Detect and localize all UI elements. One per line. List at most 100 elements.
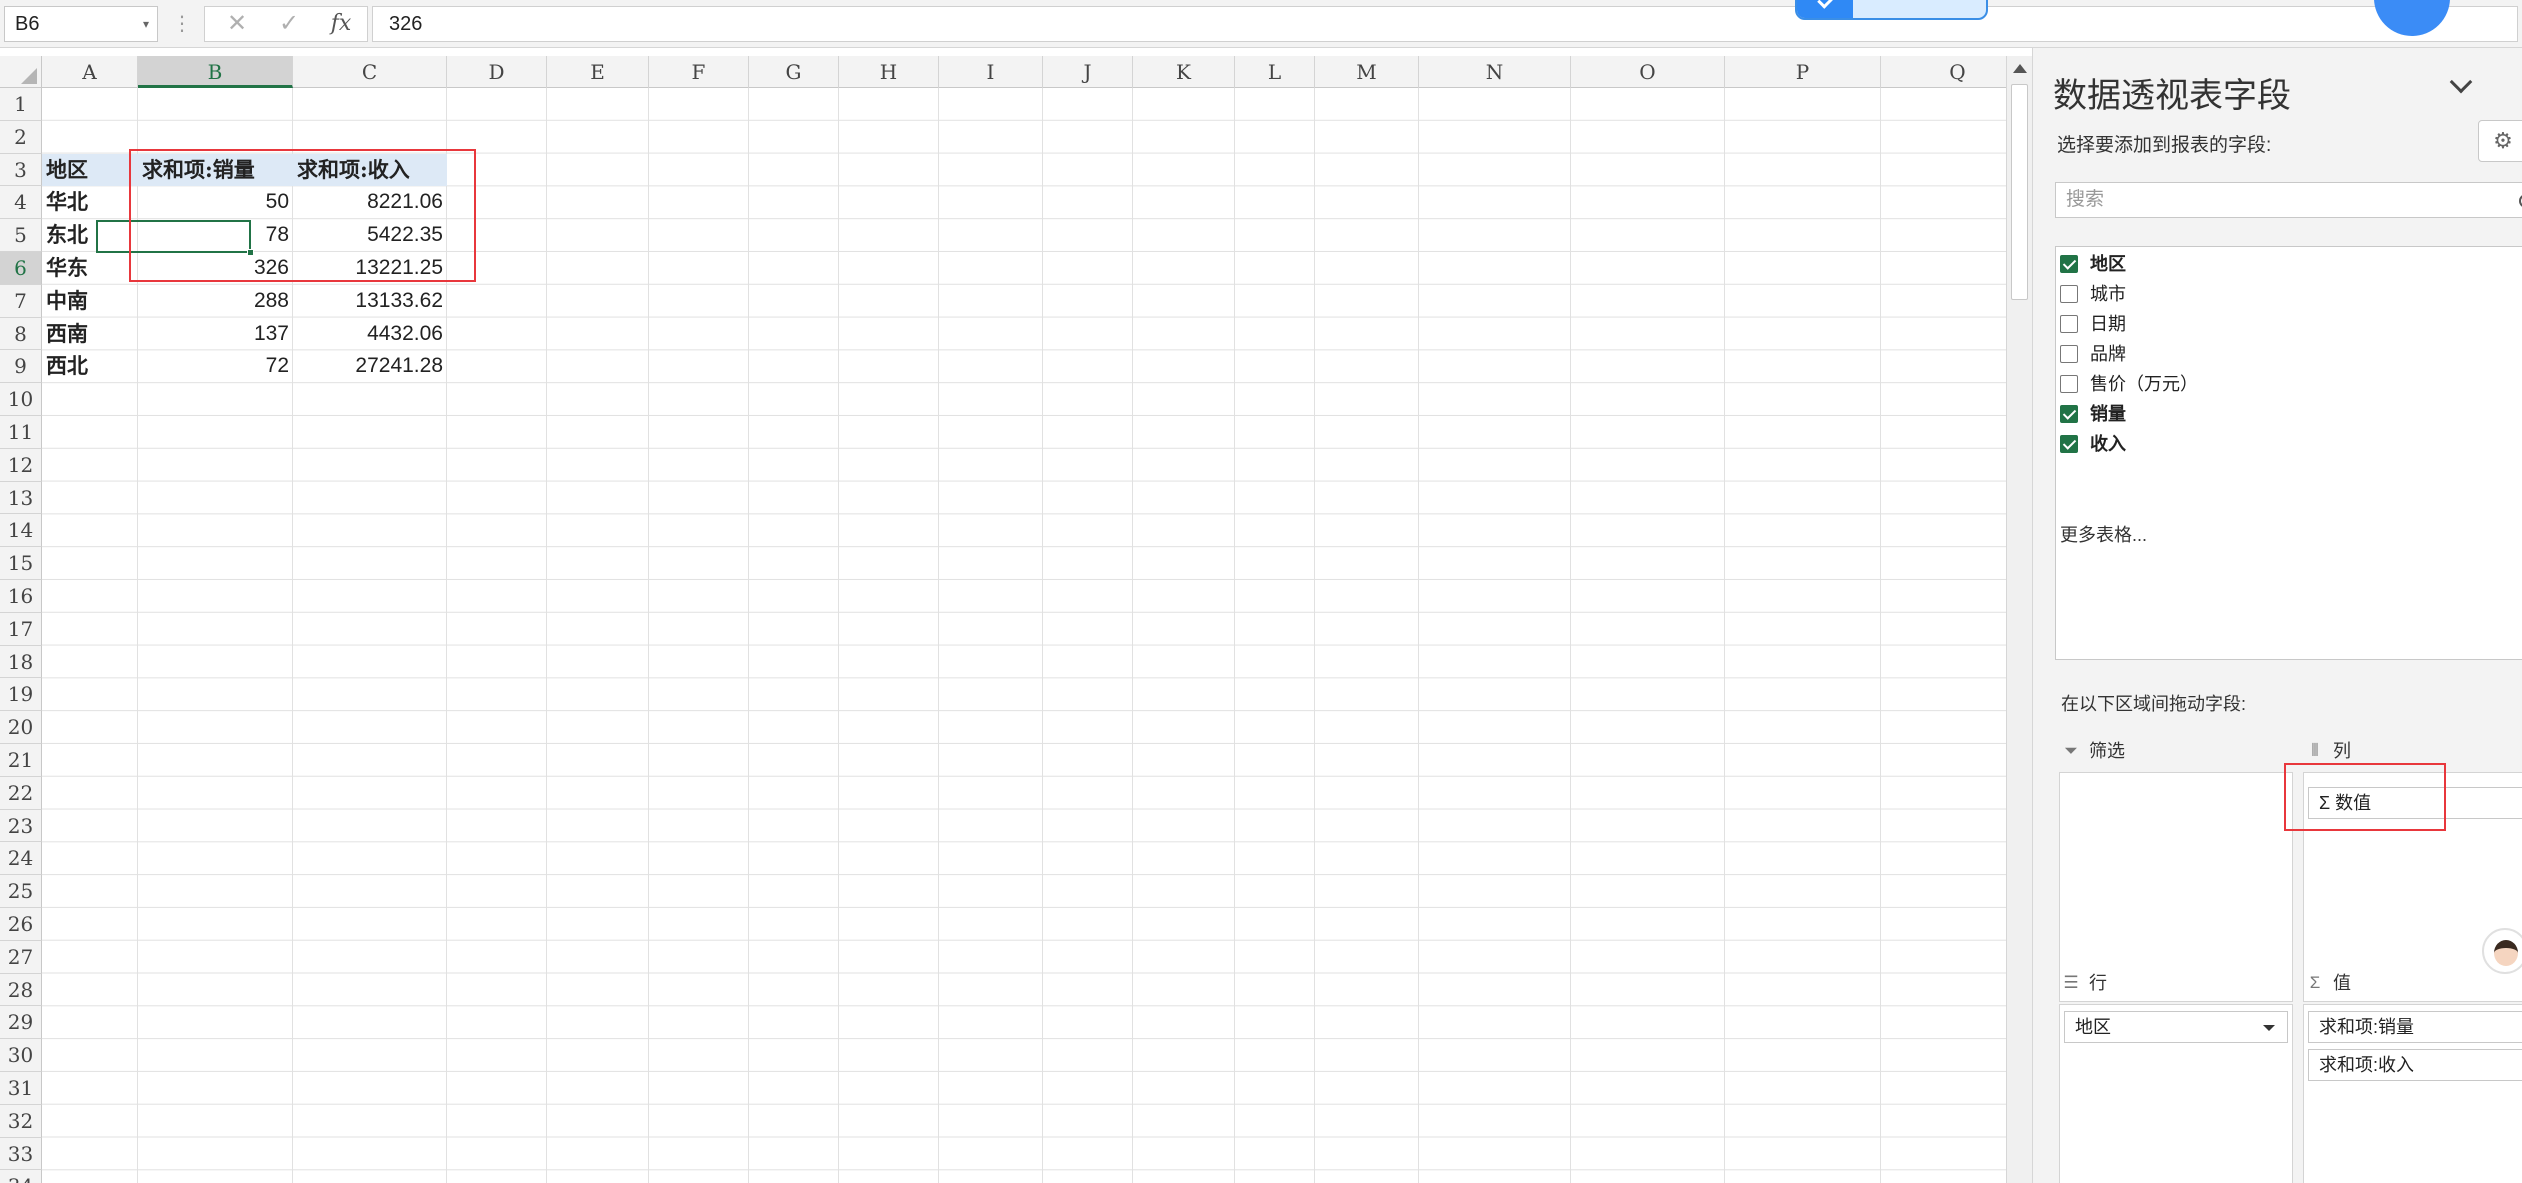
checkbox-checked-icon[interactable]: [2060, 255, 2078, 273]
column-header-n[interactable]: N: [1419, 56, 1571, 88]
checkbox-unchecked-icon[interactable]: [2060, 345, 2078, 363]
row-header-13[interactable]: 13: [0, 481, 42, 515]
chevron-down-icon[interactable]: [2449, 70, 2473, 94]
row-header-30[interactable]: 30: [0, 1039, 42, 1072]
column-header-q[interactable]: Q: [1881, 56, 2006, 88]
column-header-e[interactable]: E: [547, 56, 649, 88]
row-header-32[interactable]: 32: [0, 1104, 42, 1138]
row-header-28[interactable]: 28: [0, 973, 42, 1007]
row-header-12[interactable]: 12: [0, 448, 42, 482]
cancel-icon[interactable]: ✕: [215, 7, 259, 41]
row-header-25[interactable]: 25: [0, 875, 42, 908]
pivot-data-cell[interactable]: 西南: [42, 318, 138, 351]
column-header-l[interactable]: L: [1235, 56, 1315, 88]
checkbox-unchecked-icon[interactable]: [2060, 315, 2078, 333]
column-header-p[interactable]: P: [1725, 56, 1881, 88]
assistant-avatar-icon[interactable]: [2482, 928, 2522, 974]
pivot-data-cell[interactable]: 27241.28: [293, 350, 447, 383]
column-header-o[interactable]: O: [1571, 56, 1725, 88]
name-box[interactable]: B6 ▾: [4, 6, 158, 42]
column-header-b[interactable]: B: [138, 56, 293, 88]
insert-function-icon[interactable]: fx: [319, 7, 363, 41]
checkbox-unchecked-icon[interactable]: [2060, 285, 2078, 303]
vertical-scrollbar[interactable]: [2006, 56, 2032, 1183]
pivot-data-cell[interactable]: 西北: [42, 350, 138, 383]
row-header-1[interactable]: 1: [0, 88, 42, 121]
pivot-data-cell[interactable]: 72: [138, 350, 293, 383]
column-header-d[interactable]: D: [447, 56, 547, 88]
scroll-up-icon[interactable]: [2013, 64, 2027, 73]
row-header-15[interactable]: 15: [0, 547, 42, 580]
column-header-h[interactable]: H: [839, 56, 939, 88]
rows-drop-area[interactable]: 地区: [2059, 1004, 2293, 1183]
field-item[interactable]: 品牌: [2060, 339, 2460, 369]
row-header-22[interactable]: 22: [0, 776, 42, 810]
pivot-data-cell[interactable]: 4432.06: [293, 318, 447, 351]
row-header-24[interactable]: 24: [0, 842, 42, 876]
field-item[interactable]: 城市: [2060, 279, 2460, 309]
row-header-18[interactable]: 18: [0, 645, 42, 679]
row-header-8[interactable]: 8: [0, 317, 42, 351]
chevron-down-icon[interactable]: [2263, 1025, 2275, 1031]
row-header-16[interactable]: 16: [0, 580, 42, 613]
row-header-6[interactable]: 6: [0, 252, 42, 285]
pivot-data-cell[interactable]: 中南: [42, 285, 138, 318]
field-item[interactable]: 售价（万元）: [2060, 369, 2460, 399]
pivot-header-cell[interactable]: 地区: [42, 153, 138, 187]
field-item[interactable]: 收入: [2060, 429, 2460, 459]
pivot-data-cell[interactable]: 13133.62: [293, 285, 447, 318]
row-header-27[interactable]: 27: [0, 940, 42, 974]
pivot-data-cell[interactable]: 华东: [42, 252, 138, 285]
row-header-2[interactable]: 2: [0, 120, 42, 154]
row-header-26[interactable]: 26: [0, 908, 42, 941]
row-header-23[interactable]: 23: [0, 809, 42, 843]
row-header-20[interactable]: 20: [0, 711, 42, 744]
column-header-c[interactable]: C: [293, 56, 447, 88]
row-header-33[interactable]: 33: [0, 1137, 42, 1171]
rows-item-region[interactable]: 地区: [2064, 1011, 2288, 1043]
column-header-f[interactable]: F: [649, 56, 749, 88]
select-all-corner[interactable]: [0, 56, 42, 88]
checkbox-unchecked-icon[interactable]: [2060, 375, 2078, 393]
floating-toolbar[interactable]: [1795, 0, 1988, 20]
row-header-9[interactable]: 9: [0, 350, 42, 384]
row-header-3[interactable]: 3: [0, 153, 42, 187]
column-header-i[interactable]: I: [939, 56, 1043, 88]
row-header-31[interactable]: 31: [0, 1072, 42, 1105]
pivot-data-cell[interactable]: 288: [138, 285, 293, 318]
column-header-m[interactable]: M: [1315, 56, 1419, 88]
more-tables-link[interactable]: 更多表格...: [2060, 521, 2147, 547]
pivot-data-cell[interactable]: 华北: [42, 186, 138, 219]
checkbox-checked-icon[interactable]: [2060, 405, 2078, 423]
row-header-34[interactable]: 34: [0, 1170, 42, 1183]
field-item[interactable]: 日期: [2060, 309, 2460, 339]
column-header-a[interactable]: A: [42, 56, 138, 88]
column-header-g[interactable]: G: [749, 56, 839, 88]
pivot-data-cell[interactable]: 137: [138, 318, 293, 351]
row-header-11[interactable]: 11: [0, 416, 42, 449]
row-header-29[interactable]: 29: [0, 1006, 42, 1040]
field-item[interactable]: 地区: [2060, 249, 2460, 279]
row-header-7[interactable]: 7: [0, 284, 42, 318]
row-header-5[interactable]: 5: [0, 219, 42, 252]
values-item-revenue[interactable]: 求和项:收入: [2308, 1049, 2522, 1081]
field-search-input[interactable]: 搜索: [2055, 182, 2522, 218]
column-header-k[interactable]: K: [1133, 56, 1235, 88]
row-header-14[interactable]: 14: [0, 514, 42, 548]
checkbox-checked-icon[interactable]: [2060, 435, 2078, 453]
row-header-4[interactable]: 4: [0, 186, 42, 220]
row-header-19[interactable]: 19: [0, 678, 42, 712]
formula-input[interactable]: 326: [372, 6, 2518, 42]
confirm-icon[interactable]: ✓: [267, 7, 311, 41]
values-drop-area[interactable]: 求和项:销量 求和项:收入: [2303, 1004, 2522, 1183]
row-header-17[interactable]: 17: [0, 612, 42, 646]
floating-toolbar-check-icon[interactable]: [1797, 0, 1853, 18]
field-item[interactable]: 销量: [2060, 399, 2460, 429]
row-header-21[interactable]: 21: [0, 744, 42, 777]
name-box-dropdown-icon[interactable]: ▾: [143, 7, 149, 41]
row-header-10[interactable]: 10: [0, 383, 42, 416]
column-header-j[interactable]: J: [1043, 56, 1133, 88]
values-item-sales[interactable]: 求和项:销量: [2308, 1011, 2522, 1043]
scrollbar-thumb[interactable]: [2011, 84, 2028, 300]
gear-icon[interactable]: ⚙: [2478, 120, 2522, 162]
